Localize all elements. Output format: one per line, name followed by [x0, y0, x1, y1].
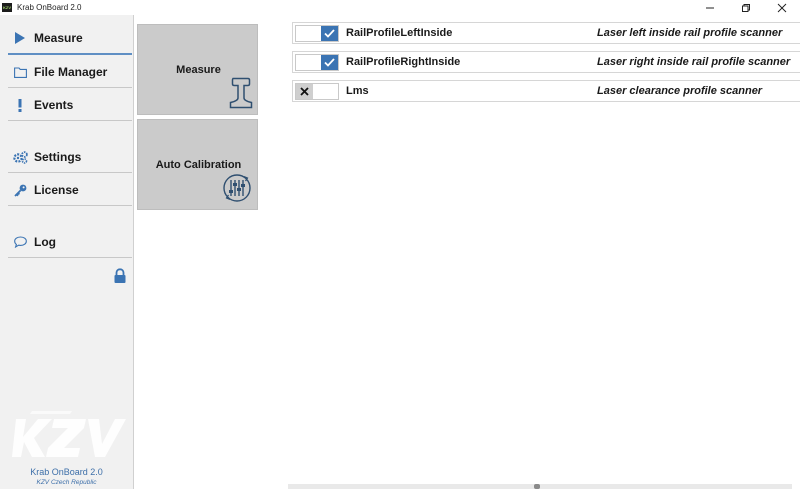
gears-icon	[12, 149, 28, 165]
scrollbar-thumb[interactable]	[534, 484, 540, 489]
title-bar: KZV Krab OnBoard 2.0	[0, 0, 800, 15]
sensor-name: Lms	[346, 85, 369, 97]
tile-label: Measure	[176, 64, 221, 76]
panel-divider	[133, 15, 134, 489]
sensor-row-rail-profile-right-inside: RailProfileRightInside Laser right insid…	[292, 51, 800, 73]
exclamation-icon	[12, 97, 28, 113]
minimize-button[interactable]	[692, 0, 728, 15]
play-icon	[12, 30, 28, 46]
rail-profile-icon	[229, 77, 253, 109]
tile-label: Auto Calibration	[155, 159, 242, 171]
sidebar-item-log[interactable]: Log	[8, 226, 132, 258]
sidebar-item-license[interactable]: License	[8, 174, 132, 206]
sensor-name: RailProfileRightInside	[346, 56, 461, 68]
footer-company: KZV Czech Republic	[36, 479, 97, 486]
window-title: Krab OnBoard 2.0	[17, 3, 82, 12]
app-logo-icon: KZV	[2, 3, 12, 12]
horizontal-scrollbar[interactable]	[288, 484, 792, 489]
checkmark-icon	[321, 26, 338, 41]
auto-calibration-tile[interactable]: Auto Calibration	[137, 119, 258, 210]
close-button[interactable]	[764, 0, 800, 15]
sensor-toggle[interactable]	[295, 83, 339, 100]
sidebar-item-label: Log	[34, 235, 56, 249]
sensor-description: Laser clearance profile scanner	[597, 85, 763, 97]
chat-bubble-icon	[12, 234, 28, 250]
restore-button[interactable]	[728, 0, 764, 15]
sensor-toggle[interactable]	[295, 54, 339, 71]
close-icon	[777, 3, 787, 12]
sidebar-item-label: Measure	[34, 31, 83, 45]
sensor-description: Laser right inside rail profile scanner	[597, 56, 791, 68]
lock-icon[interactable]	[113, 268, 127, 284]
sidebar-item-label: Events	[34, 98, 74, 112]
sidebar-item-label: File Manager	[34, 65, 108, 79]
sidebar-item-settings[interactable]: Settings	[8, 141, 132, 173]
sidebar-divider	[8, 257, 132, 258]
key-icon	[12, 182, 28, 198]
footer-app-name: Krab OnBoard 2.0	[30, 467, 103, 477]
calibration-sliders-icon	[223, 174, 251, 202]
kzv-logo-icon	[12, 411, 126, 457]
sensor-row-rail-profile-left-inside: RailProfileLeftInside Laser left inside …	[292, 22, 800, 44]
sidebar-divider	[8, 120, 132, 121]
restore-icon	[742, 3, 750, 12]
folder-icon	[12, 64, 28, 80]
sidebar-divider	[8, 205, 132, 206]
sidebar-item-events[interactable]: Events	[8, 89, 132, 121]
minimize-icon	[706, 7, 714, 8]
cross-icon	[296, 84, 313, 99]
sidebar-divider	[8, 87, 132, 88]
sidebar-item-measure[interactable]: Measure	[8, 23, 132, 55]
sidebar-item-file-manager[interactable]: File Manager	[8, 56, 132, 88]
sidebar-item-label: Settings	[34, 150, 82, 164]
sensor-toggle[interactable]	[295, 25, 339, 42]
sidebar-divider	[8, 172, 132, 173]
sidebar: Measure File Manager Events Settings Lic…	[0, 15, 133, 489]
checkmark-icon	[321, 55, 338, 70]
sensor-description: Laser left inside rail profile scanner	[597, 27, 783, 39]
window-controls	[692, 0, 800, 15]
measure-tile[interactable]: Measure	[137, 24, 258, 115]
sensor-row-lms: Lms Laser clearance profile scanner	[292, 80, 800, 102]
sidebar-item-label: License	[34, 183, 79, 197]
sensor-name: RailProfileLeftInside	[346, 27, 453, 39]
